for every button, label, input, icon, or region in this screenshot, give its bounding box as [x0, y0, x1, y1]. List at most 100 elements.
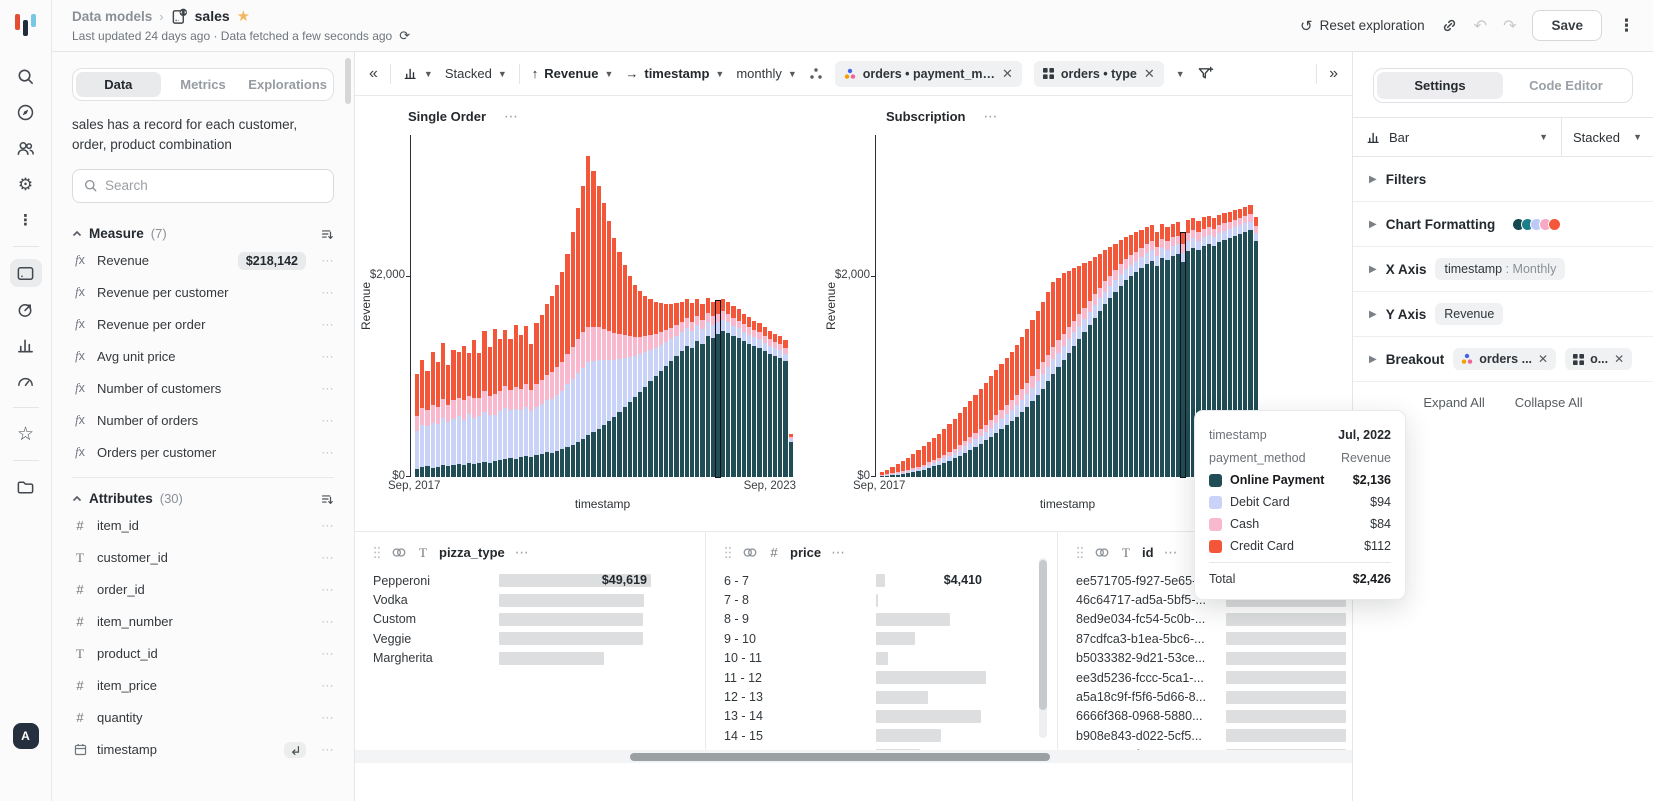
granularity-icon[interactable]: [284, 742, 306, 758]
stacked-bar[interactable]: [643, 296, 647, 477]
search-field[interactable]: [72, 169, 334, 203]
tab-settings[interactable]: Settings: [1377, 72, 1503, 99]
sort-icon[interactable]: [320, 227, 334, 241]
more-icon[interactable]: ⋯: [321, 646, 334, 662]
stacked-bar[interactable]: [979, 389, 983, 477]
card-row[interactable]: 12 - 13: [724, 687, 1057, 706]
expand-all-link[interactable]: Expand All: [1423, 395, 1484, 410]
metrics-icon[interactable]: [10, 295, 42, 323]
card-row[interactable]: b908e843-d022-5cf5...: [1076, 726, 1352, 745]
stacked-bar[interactable]: [545, 304, 549, 477]
tab-metrics[interactable]: Metrics: [161, 72, 246, 97]
card-more-icon[interactable]: ⋯: [831, 544, 845, 561]
attribute-timestamp[interactable]: timestamp⋯: [72, 734, 334, 766]
stacked-bar[interactable]: [477, 353, 481, 477]
measure-revenue-per-order[interactable]: fxRevenue per order⋯: [72, 309, 334, 341]
measure-revenue-per-customer[interactable]: fxRevenue per customer⋯: [72, 277, 334, 309]
stacked-bar[interactable]: [617, 252, 621, 477]
stacked-bar[interactable]: [932, 438, 936, 477]
stacked-bar[interactable]: [540, 315, 544, 477]
stacked-bar[interactable]: [664, 304, 668, 477]
stacked-bar[interactable]: [638, 291, 642, 477]
stacked-bar[interactable]: [706, 298, 710, 477]
card-row[interactable]: 8ed9e034-fc54-5c0b-...: [1076, 610, 1352, 629]
stacked-bar[interactable]: [1025, 329, 1029, 477]
save-button[interactable]: Save: [1532, 10, 1602, 41]
stacked-bar[interactable]: [1077, 266, 1081, 477]
y-axis-chip[interactable]: Revenue: [1435, 303, 1503, 325]
attribute-customer-id[interactable]: Tcustomer_id⋯: [72, 542, 334, 574]
breakout-chip-type[interactable]: orders • type ✕: [1034, 61, 1164, 87]
stacked-bar[interactable]: [1082, 263, 1086, 477]
stacked-bar[interactable]: [711, 302, 715, 477]
stacked-bar[interactable]: [674, 303, 678, 477]
stacked-bar[interactable]: [1139, 230, 1143, 477]
attribute-order-id[interactable]: #order_id⋯: [72, 574, 334, 606]
stacked-bar[interactable]: [731, 306, 735, 477]
stacked-bar[interactable]: [508, 339, 512, 477]
section-y-axis[interactable]: ▶ Y Axis Revenue: [1353, 292, 1653, 337]
stacked-bar[interactable]: [747, 317, 751, 477]
card-row[interactable]: 13 - 14: [724, 707, 1057, 726]
favorites-star-icon[interactable]: ☆: [10, 420, 42, 448]
card-row[interactable]: Veggie: [373, 629, 705, 648]
stacked-bar[interactable]: [519, 335, 523, 477]
app-logo[interactable]: [13, 12, 39, 38]
remove-chip-icon[interactable]: ✕: [1144, 66, 1155, 82]
stacked-bar[interactable]: [778, 336, 782, 477]
share-link-icon[interactable]: [1441, 17, 1458, 34]
stacked-bar[interactable]: [1113, 244, 1117, 477]
more-icon[interactable]: ⋯: [321, 285, 334, 301]
stacked-bar[interactable]: [659, 303, 663, 477]
card-row[interactable]: 14 - 15: [724, 726, 1057, 745]
stacked-bar[interactable]: [1051, 282, 1055, 477]
stacked-bar[interactable]: [498, 339, 502, 477]
stacked-bar[interactable]: [922, 446, 926, 477]
stacked-bar[interactable]: [737, 309, 741, 477]
stacked-bar[interactable]: [911, 454, 915, 477]
stacked-bar[interactable]: [968, 401, 972, 477]
stacked-bar[interactable]: [1155, 232, 1159, 477]
attribute-quantity[interactable]: #quantity⋯: [72, 702, 334, 734]
stacked-bar[interactable]: [763, 327, 767, 477]
stacked-bar[interactable]: [1046, 292, 1050, 477]
card-row[interactable]: Margherita: [373, 649, 705, 668]
stacked-bar[interactable]: [441, 343, 445, 477]
sort-icon[interactable]: [320, 492, 334, 506]
stacked-bar[interactable]: [420, 360, 424, 477]
stacked-bar[interactable]: [669, 304, 673, 477]
more-icon[interactable]: ⋯: [321, 317, 334, 333]
stacked-bar[interactable]: [571, 232, 575, 477]
stacked-bar[interactable]: [1010, 352, 1014, 477]
x-field-dropdown[interactable]: →timestamp▼: [625, 66, 724, 81]
charts-icon[interactable]: [10, 331, 42, 359]
undo-icon[interactable]: ↶: [1474, 16, 1487, 36]
stacked-bar[interactable]: [937, 434, 941, 477]
stacked-bar[interactable]: [880, 472, 884, 477]
stacked-bar[interactable]: [984, 383, 988, 477]
stacked-bar[interactable]: [597, 186, 601, 477]
stacked-bar[interactable]: [576, 208, 580, 477]
stacked-bar[interactable]: [1150, 225, 1154, 477]
stacked-bar[interactable]: [1093, 257, 1097, 477]
more-icon[interactable]: ⋯: [321, 349, 334, 365]
tab-data[interactable]: Data: [76, 72, 161, 97]
attributes-section-header[interactable]: Attributes (30): [72, 488, 334, 510]
compass-icon[interactable]: [10, 98, 42, 126]
stacked-bar[interactable]: [602, 203, 606, 477]
measure-number-of-orders[interactable]: fxNumber of orders⋯: [72, 405, 334, 437]
kebab-menu-icon[interactable]: ⋮: [1618, 16, 1635, 36]
more-icon[interactable]: ⋯: [321, 582, 334, 598]
granularity-dropdown[interactable]: monthly▼: [736, 66, 796, 81]
remove-chip-icon[interactable]: ✕: [1538, 352, 1548, 366]
expand-caret-icon[interactable]: ▶: [1369, 354, 1377, 365]
favorite-star-icon[interactable]: ★: [237, 7, 250, 25]
chart-type-dropdown[interactable]: ▼: [403, 66, 433, 81]
stacked-bar[interactable]: [1119, 240, 1123, 477]
stacked-bar[interactable]: [783, 340, 787, 477]
remove-chip-icon[interactable]: ✕: [1002, 66, 1013, 82]
card-row[interactable]: 7 - 8: [724, 590, 1057, 609]
stacked-bar[interactable]: [757, 323, 761, 477]
stacked-bar[interactable]: [1088, 261, 1092, 477]
breakout-chip-o[interactable]: o... ✕: [1565, 348, 1632, 370]
